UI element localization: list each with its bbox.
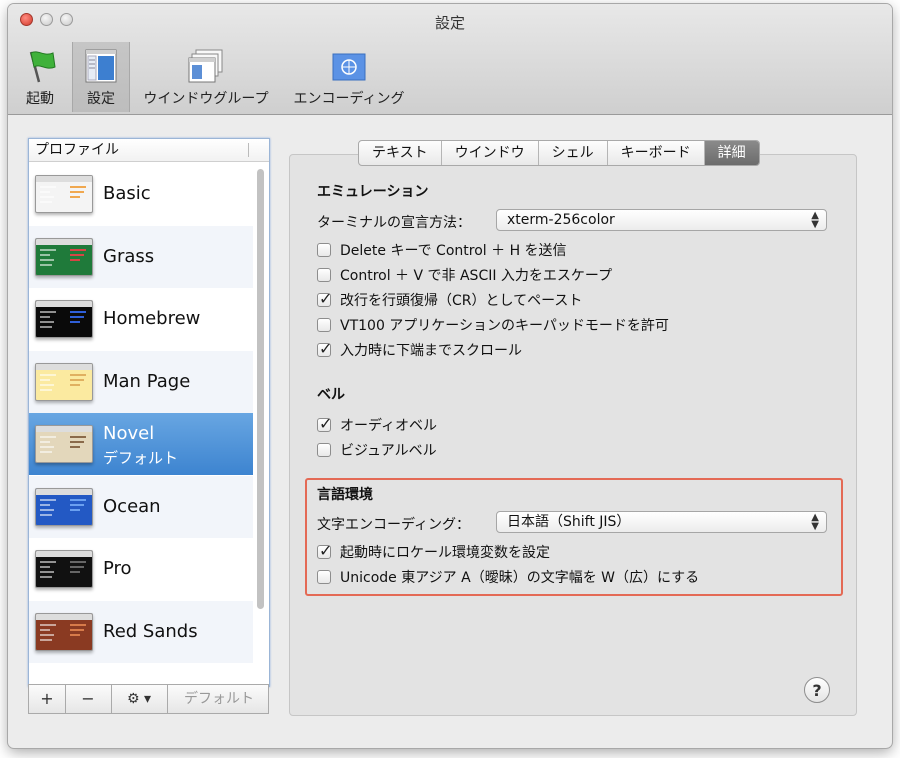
- profile-name: Basic: [103, 183, 151, 204]
- checkbox[interactable]: [317, 268, 331, 282]
- profiles-scrollbar[interactable]: [255, 163, 265, 618]
- profile-name: Pro: [103, 558, 132, 579]
- profiles-header-label: プロファイル: [35, 142, 119, 158]
- checkbox-label: Unicode 東アジア A（曖昧）の文字幅を W（広）にする: [340, 570, 700, 586]
- profile-thumbnail: [35, 362, 93, 401]
- window-group-icon: [188, 49, 223, 83]
- checkbox[interactable]: [317, 443, 331, 457]
- un-flag-icon: [332, 53, 366, 81]
- profile-thumbnail: [35, 175, 93, 213]
- profile-name: Novel: [103, 423, 155, 444]
- profile-name: Grass: [103, 245, 155, 267]
- profiles-list[interactable]: プロファイル Basic Grass Homebrew Man Page Novel デフ…: [28, 138, 270, 687]
- toolbar-item-encodings[interactable]: エンコーディング: [284, 42, 414, 112]
- language-heading: 言語環境: [317, 487, 373, 503]
- tab-advanced[interactable]: 詳細: [704, 141, 759, 165]
- checkbox-label: 入力時に下端までスクロール: [340, 343, 522, 359]
- profile-row[interactable]: Homebrew: [29, 288, 253, 350]
- help-button[interactable]: ?: [804, 677, 830, 703]
- popup-arrows-icon: ▲ ▼: [811, 512, 819, 532]
- toolbar-label-encodings: エンコーディング: [293, 91, 405, 107]
- toolbar-label-window-groups: ウインドウグループ: [143, 91, 269, 107]
- profiles-header[interactable]: プロファイル: [29, 139, 269, 162]
- toolbar-label-startup: 起動: [26, 91, 54, 107]
- encoding-label: 文字エンコーディング：: [317, 517, 471, 533]
- checkbox[interactable]: [317, 318, 331, 332]
- gear-menu-button[interactable]: ⚙ ▾: [111, 685, 168, 713]
- toolbar: 設定 起動 設定 ウインドウグループ エンコーディング: [8, 4, 892, 115]
- settings-tabs: テキスト ウインドウ シェル キーボード 詳細: [358, 140, 760, 166]
- profile-name: Ocean: [103, 495, 161, 517]
- column-divider: [248, 143, 249, 157]
- checkbox-label: Control ＋ V で非 ASCII 入力をエスケープ: [340, 268, 613, 284]
- profile-row[interactable]: Grass: [29, 225, 253, 288]
- green-flag-icon: [29, 51, 56, 83]
- profile-name: Man Page: [103, 370, 191, 392]
- checkmark-icon: ✓: [319, 339, 333, 358]
- toolbar-item-startup[interactable]: 起動: [16, 42, 64, 112]
- settings-panel: [289, 154, 857, 716]
- toolbar-label-settings: 設定: [87, 91, 115, 107]
- profile-default-label: デフォルト: [103, 449, 179, 467]
- profile-thumbnail: [35, 487, 93, 526]
- checkbox-label: 改行を行頭復帰（CR）としてペースト: [340, 293, 583, 309]
- checkbox-label: オーディオベル: [340, 418, 438, 434]
- checkbox-label: Delete キーで Control ＋ H を送信: [340, 243, 567, 259]
- remove-profile-button[interactable]: −: [65, 685, 112, 713]
- default-button[interactable]: デフォルト: [169, 685, 269, 713]
- checkbox-label: VT100 アプリケーションのキーパッドモードを許可: [340, 318, 669, 334]
- profile-row[interactable]: Pro: [29, 538, 253, 600]
- profile-name: Red Sands: [103, 620, 198, 642]
- profile-thumbnail: [35, 425, 93, 463]
- popup-arrows-icon: ▲ ▼: [811, 210, 819, 230]
- tab-window[interactable]: ウインドウ: [442, 141, 539, 165]
- profile-thumbnail: [35, 237, 93, 276]
- tab-shell[interactable]: シェル: [539, 141, 608, 165]
- bell-heading: ベル: [317, 387, 345, 403]
- add-profile-button[interactable]: +: [29, 685, 66, 713]
- toolbar-item-settings[interactable]: 設定: [72, 42, 130, 112]
- terminal-type-popup[interactable]: xterm-256color ▲ ▼: [496, 209, 827, 231]
- checkbox-label: 起動時にロケール環境変数を設定: [340, 545, 550, 561]
- checkbox[interactable]: [317, 570, 331, 584]
- profile-thumbnail: [35, 550, 93, 588]
- checkbox-label: ビジュアルベル: [340, 443, 437, 459]
- profile-thumbnail: [35, 612, 93, 651]
- tab-text[interactable]: テキスト: [359, 141, 442, 165]
- profile-row[interactable]: Basic: [29, 163, 253, 225]
- profile-row[interactable]: Red Sands: [29, 600, 253, 663]
- checkbox[interactable]: ✓: [317, 339, 332, 358]
- profile-name: Homebrew: [103, 308, 201, 329]
- terminal-declare-label: ターミナルの宣言方法：: [317, 215, 471, 231]
- checkbox[interactable]: ✓: [317, 541, 332, 560]
- window-title: 設定: [434, 14, 465, 32]
- profile-thumbnail: [35, 300, 93, 338]
- encoding-value: 日本語（Shift JIS）: [507, 514, 631, 530]
- profiles-footer: + − ⚙ ▾ デフォルト: [28, 684, 269, 714]
- checkmark-icon: ✓: [319, 414, 333, 433]
- emulation-heading: エミュレーション: [317, 184, 429, 200]
- checkbox[interactable]: ✓: [317, 414, 332, 433]
- tab-keyboard[interactable]: キーボード: [608, 141, 705, 165]
- scrollbar-knob[interactable]: [257, 169, 264, 609]
- profile-row[interactable]: Ocean: [29, 475, 253, 538]
- terminal-type-value: xterm-256color: [507, 212, 615, 228]
- checkmark-icon: ✓: [319, 541, 333, 560]
- toolbar-item-window-groups[interactable]: ウインドウグループ: [136, 42, 276, 112]
- checkbox[interactable]: ✓: [317, 289, 332, 308]
- checkbox[interactable]: [317, 243, 331, 257]
- profile-row[interactable]: Novel デフォルト: [29, 413, 253, 475]
- checkmark-icon: ✓: [319, 289, 333, 308]
- encoding-popup[interactable]: 日本語（Shift JIS） ▲ ▼: [496, 511, 827, 533]
- settings-list-icon: [85, 49, 117, 83]
- profile-row[interactable]: Man Page: [29, 350, 253, 413]
